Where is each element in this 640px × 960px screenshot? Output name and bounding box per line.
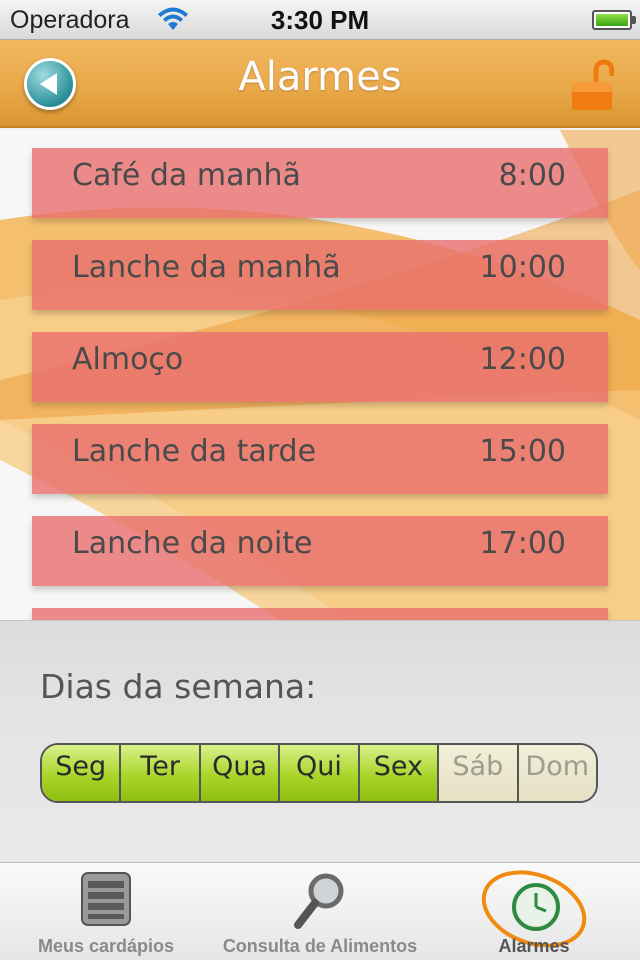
navigation-bar: Alarmes bbox=[0, 40, 640, 128]
alarm-row[interactable]: Almoço 12:00 bbox=[32, 332, 608, 402]
battery-icon bbox=[592, 10, 636, 30]
alarm-list: Café da manhã 8:00 Lanche da manhã 10:00… bbox=[32, 148, 608, 620]
alarm-content: Café da manhã 8:00 Lanche da manhã 10:00… bbox=[0, 130, 640, 620]
alarm-name: Lanche da noite bbox=[72, 526, 313, 561]
alarm-name: Lanche da manhã bbox=[72, 250, 341, 285]
tab-consulta-alimentos[interactable]: Consulta de Alimentos bbox=[212, 863, 428, 960]
tab-bar: Meus cardápios Consulta de Alimentos Ala… bbox=[0, 862, 640, 960]
alarm-name: Café da manhã bbox=[72, 158, 301, 193]
day-toggle-qui[interactable]: Qui bbox=[280, 745, 360, 801]
tab-alarmes[interactable]: Alarmes bbox=[428, 863, 640, 960]
alarm-time: 8:00 bbox=[498, 158, 566, 193]
unlocked-padlock-icon[interactable] bbox=[570, 58, 614, 112]
day-toggle-sab[interactable]: Sáb bbox=[439, 745, 519, 801]
tab-meus-cardapios[interactable]: Meus cardápios bbox=[0, 863, 212, 960]
tab-label: Meus cardápios bbox=[37, 936, 175, 956]
alarm-row[interactable]: Lanche da manhã 10:00 bbox=[32, 240, 608, 310]
alarm-time: 17:00 bbox=[479, 526, 566, 561]
alarm-name: Almoço bbox=[72, 342, 184, 377]
alarm-time: 10:00 bbox=[479, 250, 566, 285]
magnifier-icon bbox=[294, 873, 344, 929]
alarm-row[interactable]: Café da manhã 8:00 bbox=[32, 148, 608, 218]
status-time: 3:30 PM bbox=[270, 5, 370, 35]
alarm-time: 12:00 bbox=[479, 342, 566, 377]
tab-label: Alarmes bbox=[498, 936, 570, 956]
menu-list-icon bbox=[81, 872, 131, 926]
alarm-row[interactable]: Lanche da noite 17:00 bbox=[32, 516, 608, 586]
weekday-selector: Seg Ter Qua Qui Sex Sáb Dom bbox=[40, 743, 598, 803]
weekday-label: Dias da semana: bbox=[40, 667, 317, 706]
day-toggle-ter[interactable]: Ter bbox=[121, 745, 201, 801]
day-toggle-sex[interactable]: Sex bbox=[359, 745, 440, 801]
day-toggle-seg[interactable]: Seg bbox=[42, 745, 122, 801]
alarm-name: Lanche da tarde bbox=[72, 434, 317, 469]
weekday-panel: Dias da semana: Seg Ter Qua Qui Sex Sáb … bbox=[0, 620, 640, 862]
status-bar: Operadora 3:30 PM bbox=[0, 0, 640, 40]
clock-icon bbox=[481, 870, 587, 947]
page-title: Alarmes bbox=[238, 54, 402, 100]
day-toggle-dom[interactable]: Dom bbox=[518, 745, 596, 801]
alarm-row[interactable]: Lanche da tarde 15:00 bbox=[32, 424, 608, 494]
day-toggle-qua[interactable]: Qua bbox=[200, 745, 281, 801]
tab-label: Consulta de Alimentos bbox=[222, 936, 418, 956]
alarm-row-partial[interactable] bbox=[32, 608, 608, 620]
alarm-time: 15:00 bbox=[479, 434, 566, 469]
